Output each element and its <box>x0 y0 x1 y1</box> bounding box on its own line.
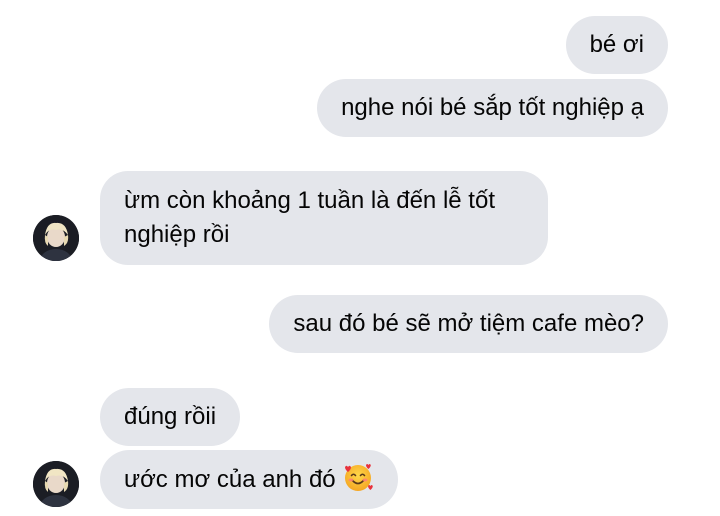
message-bubble-received[interactable]: ước mơ của anh đó <box>100 450 398 509</box>
avatar-image <box>33 215 79 261</box>
message-bubble-received[interactable]: ừm còn khoảng 1 tuần là đến lễ tốt nghiệ… <box>100 171 548 265</box>
message-bubble-sent[interactable]: sau đó bé sẽ mở tiệm cafe mèo? <box>269 295 668 353</box>
message-text: sau đó bé sẽ mở tiệm cafe mèo? <box>293 310 644 337</box>
message-text: ước mơ của anh đó <box>124 466 336 493</box>
avatar-image <box>33 461 79 507</box>
message-bubble-sent[interactable]: bé ơi <box>565 16 668 74</box>
message-bubble-sent[interactable]: nghe nói bé sắp tốt nghiệp ạ <box>317 79 668 137</box>
contact-avatar[interactable] <box>33 461 79 507</box>
contact-avatar[interactable] <box>33 215 79 261</box>
message-bubble-received[interactable]: đúng rồii <box>100 388 241 446</box>
message-text: đúng rồii <box>124 403 217 430</box>
message-text: ừm còn khoảng 1 tuần là đến lễ tốt nghiệ… <box>124 187 495 248</box>
smiling-face-with-hearts-icon <box>342 462 374 494</box>
message-text: bé ơi <box>589 31 644 58</box>
message-text: nghe nói bé sắp tốt nghiệp ạ <box>341 94 644 121</box>
